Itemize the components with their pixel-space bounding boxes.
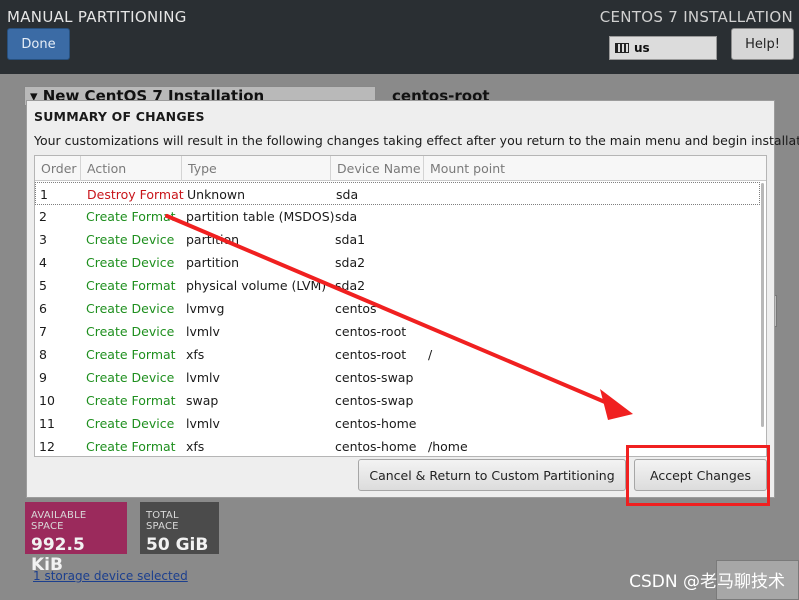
cell-type: lvmlv — [186, 370, 220, 385]
cell-device: sda1 — [335, 232, 366, 247]
cell-order: 12 — [39, 439, 55, 454]
summary-of-changes-dialog: SUMMARY OF CHANGES Your customizations w… — [26, 100, 799, 498]
table-row[interactable]: 11 Create Device lvmlv centos-home — [35, 412, 760, 435]
table-row[interactable]: 2 Create Format partition table (MSDOS) … — [35, 205, 760, 228]
table-row[interactable]: 8 Create Format xfs centos-root / — [35, 343, 760, 366]
cell-action: Create Device — [86, 416, 175, 431]
cell-action: Create Device — [86, 370, 175, 385]
cell-type: partition table (MSDOS) — [186, 209, 335, 224]
cell-action: Create Format — [86, 393, 176, 408]
cell-device: sda — [335, 209, 358, 224]
dialog-description: Your customizations will result in the f… — [34, 133, 799, 148]
cell-action: Create Format — [86, 347, 176, 362]
cell-type: lvmlv — [186, 324, 220, 339]
total-space-box: TOTAL SPACE 50 GiB — [140, 502, 219, 555]
cell-type: lvmlv — [186, 416, 220, 431]
cell-order: 3 — [39, 232, 47, 247]
table-row[interactable]: 4 Create Device partition sda2 — [35, 251, 760, 274]
table-row[interactable]: 10 Create Format swap centos-swap — [35, 389, 760, 412]
cell-device: centos-root — [335, 347, 407, 362]
cell-type: lvmvg — [186, 301, 225, 316]
cell-order: 2 — [39, 209, 47, 224]
done-button[interactable]: Done — [7, 28, 70, 60]
installation-title: CENTOS 7 INSTALLATION — [599, 8, 793, 26]
keyboard-icon — [615, 43, 629, 53]
cell-order: 4 — [39, 255, 47, 270]
cell-type: xfs — [186, 347, 205, 362]
storage-device-link[interactable]: 1 storage device selected — [33, 569, 188, 583]
column-header-order[interactable]: Order — [35, 156, 81, 181]
dialog-title: SUMMARY OF CHANGES — [34, 109, 205, 124]
column-header-type[interactable]: Type — [182, 156, 331, 181]
cell-device: centos-home — [335, 416, 417, 431]
table-header: Order Action Type Device Name Mount poin… — [35, 156, 766, 181]
cell-action: Create Device — [86, 232, 175, 247]
cell-type: xfs — [186, 439, 205, 454]
column-header-action[interactable]: Action — [81, 156, 182, 181]
total-space-label: TOTAL SPACE — [146, 510, 179, 532]
total-space-value: 50 GiB — [146, 535, 209, 555]
cell-mount: /home — [428, 439, 468, 454]
cell-action: Create Device — [86, 255, 175, 270]
cell-mount: / — [428, 347, 433, 362]
cell-order: 9 — [39, 370, 47, 385]
watermark: CSDN @老马聊技术 — [629, 572, 785, 592]
cell-type: swap — [186, 393, 219, 408]
cell-action: Create Format — [86, 278, 176, 293]
table-row[interactable]: 6 Create Device lvmvg centos — [35, 297, 760, 320]
cell-type: partition — [186, 232, 240, 247]
cell-action: Create Format — [86, 209, 176, 224]
cancel-return-button[interactable]: Cancel & Return to Custom Partitioning — [358, 459, 626, 491]
top-bar: MANUAL PARTITIONING Done CENTOS 7 INSTAL… — [0, 0, 799, 74]
cell-order: 11 — [39, 416, 55, 431]
table-row[interactable]: 7 Create Device lvmlv centos-root — [35, 320, 760, 343]
cell-order: 7 — [39, 324, 47, 339]
table-row[interactable]: 1 Destroy Format Unknown sda — [35, 182, 760, 205]
cell-device: centos-home — [335, 439, 417, 454]
cell-order: 1 — [40, 187, 48, 202]
cell-type: partition — [186, 255, 240, 270]
cell-type: physical volume (LVM) — [186, 278, 327, 293]
cell-device: centos-swap — [335, 393, 414, 408]
cell-device: centos-swap — [335, 370, 414, 385]
table-row[interactable]: 9 Create Device lvmlv centos-swap — [35, 366, 760, 389]
table-scrollbar[interactable] — [761, 183, 764, 427]
available-space-box: AVAILABLE SPACE 992.5 KiB — [25, 502, 127, 575]
cell-action: Create Device — [86, 324, 175, 339]
cell-device: centos — [335, 301, 377, 316]
cell-order: 5 — [39, 278, 47, 293]
cell-order: 8 — [39, 347, 47, 362]
app-title: MANUAL PARTITIONING — [7, 8, 187, 26]
help-button[interactable]: Help! — [731, 28, 794, 60]
cell-device: sda2 — [335, 278, 366, 293]
table-row[interactable]: 5 Create Format physical volume (LVM) sd… — [35, 274, 760, 297]
cell-order: 6 — [39, 301, 47, 316]
cell-device: centos-root — [335, 324, 407, 339]
cell-order: 10 — [39, 393, 55, 408]
available-space-label: AVAILABLE SPACE — [31, 510, 87, 532]
keyboard-layout-indicator[interactable]: us — [609, 36, 717, 60]
annotation-highlight-box — [626, 445, 770, 506]
column-header-device-name[interactable]: Device Name — [331, 156, 424, 181]
changes-table: Order Action Type Device Name Mount poin… — [34, 155, 767, 457]
cell-action: Destroy Format — [87, 187, 184, 202]
keyboard-layout-label: us — [634, 41, 650, 55]
table-row[interactable]: 3 Create Device partition sda1 — [35, 228, 760, 251]
cell-action: Create Format — [86, 439, 176, 454]
cell-device: sda — [336, 187, 359, 202]
cell-action: Create Device — [86, 301, 175, 316]
cell-device: sda2 — [335, 255, 366, 270]
column-header-mount-point[interactable]: Mount point — [424, 156, 764, 181]
cell-type: Unknown — [187, 187, 246, 202]
